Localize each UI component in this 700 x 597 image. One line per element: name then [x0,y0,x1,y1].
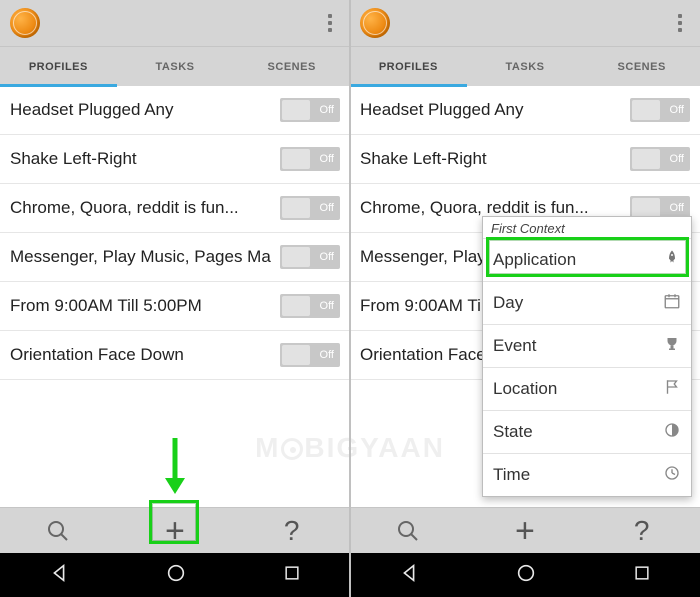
circle-home-icon [515,562,537,584]
add-button[interactable]: + [495,511,555,551]
question-icon: ? [284,515,300,547]
contrast-icon [663,421,681,444]
app-bar [0,0,350,46]
tab-scenes[interactable]: SCENES [233,47,350,86]
flag-icon [663,378,681,401]
search-icon [396,519,420,543]
toggle-switch[interactable]: Off [630,147,690,171]
list-item[interactable]: Messenger, Play Music, Pages Ma Off [0,233,350,282]
clock-icon [663,464,681,487]
question-icon: ? [634,515,650,547]
tab-bar: PROFILES TASKS SCENES [0,46,350,86]
list-item[interactable]: Shake Left-Right Off [0,135,350,184]
first-context-menu: First Context Application Day Event [482,216,692,497]
list-item[interactable]: Headset Plugged Any Off [350,86,700,135]
toggle-switch[interactable]: Off [280,147,340,171]
calendar-icon [663,292,681,315]
list-item[interactable]: Chrome, Quora, reddit is fun... Off [0,184,350,233]
tab-scenes[interactable]: SCENES [583,47,700,86]
tab-profiles[interactable]: PROFILES [0,47,117,86]
help-button[interactable]: ? [612,511,672,551]
list-item[interactable]: Headset Plugged Any Off [0,86,350,135]
android-nav-bar [0,553,350,597]
context-item-day[interactable]: Day [483,281,691,324]
search-button[interactable] [378,511,438,551]
rocket-icon [663,249,681,272]
profile-label: Chrome, Quora, reddit is fun... [360,198,630,218]
overflow-menu-button[interactable] [670,14,690,32]
profile-label: Headset Plugged Any [10,100,280,120]
list-item[interactable]: Orientation Face Down Off [0,331,350,380]
context-menu-title: First Context [483,217,691,238]
trophy-icon [663,335,681,358]
context-item-location[interactable]: Location [483,367,691,410]
screen-divider [349,0,351,597]
toggle-switch[interactable]: Off [280,343,340,367]
context-item-label: State [493,422,533,442]
context-item-label: Location [493,379,557,399]
search-icon [46,519,70,543]
nav-back-button[interactable] [398,562,420,589]
toggle-switch[interactable]: Off [280,294,340,318]
tab-tasks[interactable]: TASKS [467,47,584,86]
context-item-state[interactable]: State [483,410,691,453]
context-item-application[interactable]: Application [483,238,691,281]
circle-home-icon [165,562,187,584]
square-recents-icon [632,563,652,583]
profile-label: From 9:00AM Till 5:00PM [10,296,280,316]
context-item-label: Day [493,293,523,313]
context-item-time[interactable]: Time [483,453,691,496]
plus-icon: + [165,514,185,548]
context-item-label: Event [493,336,536,356]
nav-home-button[interactable] [165,562,187,589]
tasker-logo-icon [360,8,390,38]
toggle-switch[interactable]: Off [630,98,690,122]
toggle-switch[interactable]: Off [280,98,340,122]
triangle-back-icon [398,562,420,584]
bottom-action-bar: + ? [0,507,350,553]
nav-home-button[interactable] [515,562,537,589]
search-button[interactable] [28,511,88,551]
context-item-event[interactable]: Event [483,324,691,367]
square-recents-icon [282,563,302,583]
tasker-logo-icon [10,8,40,38]
plus-icon: + [515,514,535,548]
screen-right: PROFILES TASKS SCENES Headset Plugged An… [350,0,700,597]
bottom-action-bar: + ? [350,507,700,553]
help-button[interactable]: ? [262,511,322,551]
toggle-switch[interactable]: Off [280,245,340,269]
profile-label: Chrome, Quora, reddit is fun... [10,198,280,218]
tab-tasks[interactable]: TASKS [117,47,234,86]
profile-label: Messenger, Play Music, Pages Ma [10,247,280,267]
tab-bar: PROFILES TASKS SCENES [350,46,700,86]
nav-back-button[interactable] [48,562,70,589]
tab-profiles[interactable]: PROFILES [350,47,467,86]
context-item-label: Application [493,250,576,270]
nav-recents-button[interactable] [632,563,652,588]
list-item[interactable]: Shake Left-Right Off [350,135,700,184]
nav-recents-button[interactable] [282,563,302,588]
screen-left: PROFILES TASKS SCENES Headset Plugged An… [0,0,350,597]
triangle-back-icon [48,562,70,584]
android-nav-bar [350,553,700,597]
add-button[interactable]: + [145,511,205,551]
list-item[interactable]: From 9:00AM Till 5:00PM Off [0,282,350,331]
toggle-switch[interactable]: Off [280,196,340,220]
overflow-menu-button[interactable] [320,14,340,32]
app-bar [350,0,700,46]
context-item-label: Time [493,465,530,485]
profile-label: Shake Left-Right [10,149,280,169]
profile-list: Headset Plugged Any Off Shake Left-Right… [0,86,350,507]
profile-label: Headset Plugged Any [360,100,630,120]
profile-label: Shake Left-Right [360,149,630,169]
profile-label: Orientation Face Down [10,345,280,365]
